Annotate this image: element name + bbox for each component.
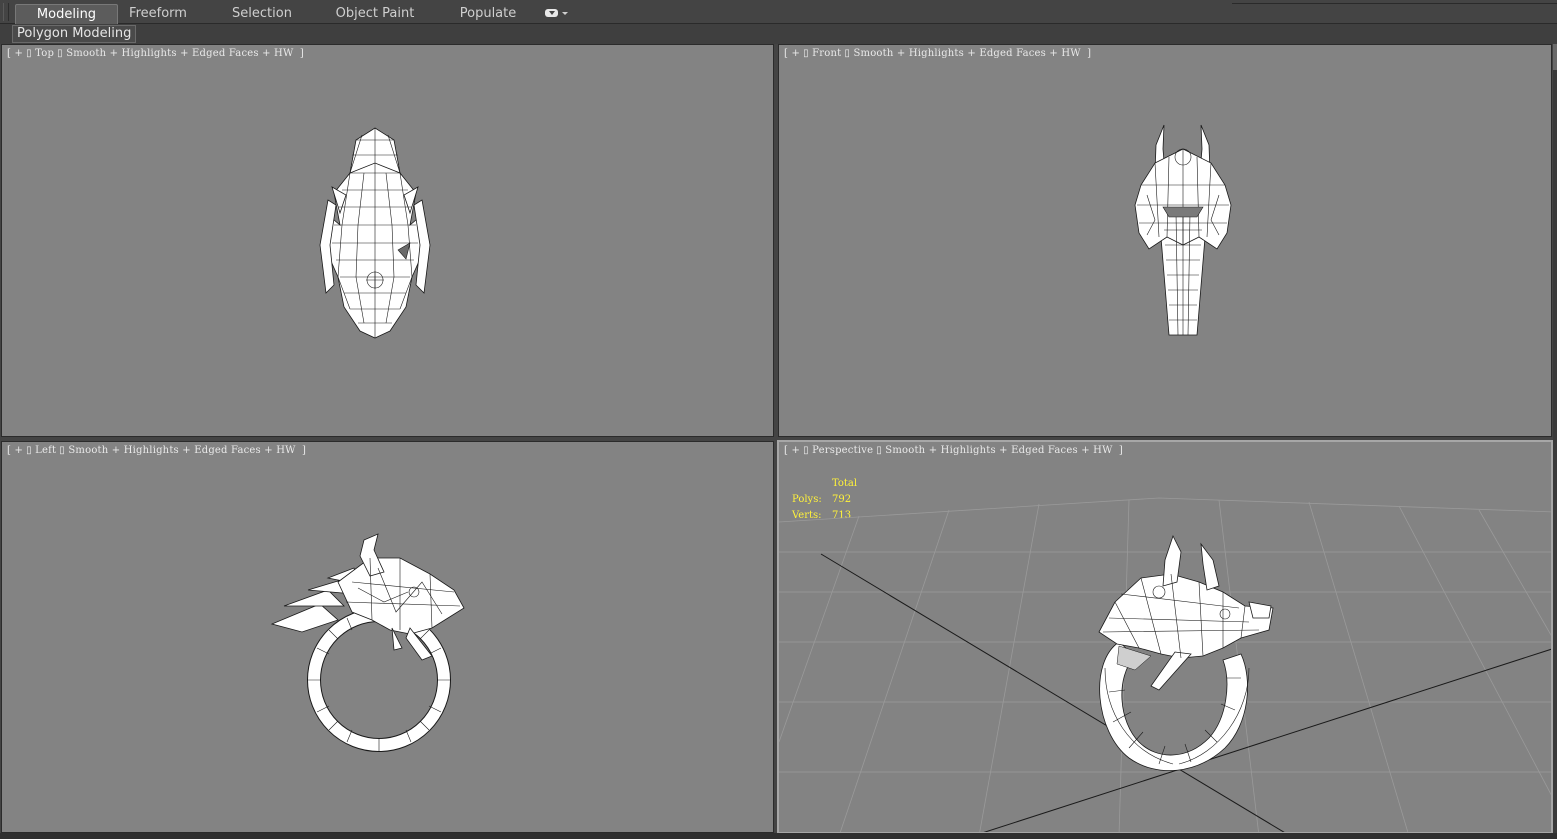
tab-object-paint[interactable]: Object Paint (330, 4, 420, 24)
mesh-left-view (270, 533, 465, 752)
viewport-perspective[interactable]: [ + ▯ Perspective ▯ Smooth + Highlights + … (777, 440, 1553, 834)
mesh-top-view (319, 127, 431, 339)
tab-freeform[interactable]: Freeform (118, 4, 198, 24)
viewport-left[interactable]: [ + ▯ Left ▯ Smooth + Highlights + Edged F… (1, 441, 774, 833)
tab-populate[interactable]: Populate (448, 4, 528, 24)
timeline-strip (0, 833, 1557, 839)
tab-selection[interactable]: Selection (222, 4, 302, 24)
viewport-scrollbar-track[interactable] (1553, 44, 1557, 833)
viewport-front[interactable]: [ + ▯ Front ▯ Smooth + Highlights + Edged … (778, 44, 1552, 437)
tab-modeling[interactable]: Modeling (15, 4, 118, 24)
mesh-front-view (1134, 124, 1232, 336)
ribbon-divider (1232, 3, 1557, 4)
polygon-modeling-panel-button[interactable]: Polygon Modeling (12, 25, 137, 43)
ribbon-display-options-icon[interactable] (545, 8, 569, 20)
ribbon-panel-row: Polygon Modeling (0, 24, 1557, 44)
ribbon-tab-bar: Modeling Freeform Selection Object Paint… (0, 0, 1557, 24)
ribbon-options-pill-icon (545, 9, 558, 17)
perspective-grid-and-mesh (779, 497, 1551, 832)
ribbon-grip-handle[interactable] (3, 3, 9, 21)
viewport-top[interactable]: [ + ▯ Top ▯ Smooth + Highlights + Edged Fa… (1, 44, 774, 437)
chevron-down-icon (562, 12, 568, 15)
viewport-scrollbar-thumb[interactable] (1553, 44, 1557, 70)
